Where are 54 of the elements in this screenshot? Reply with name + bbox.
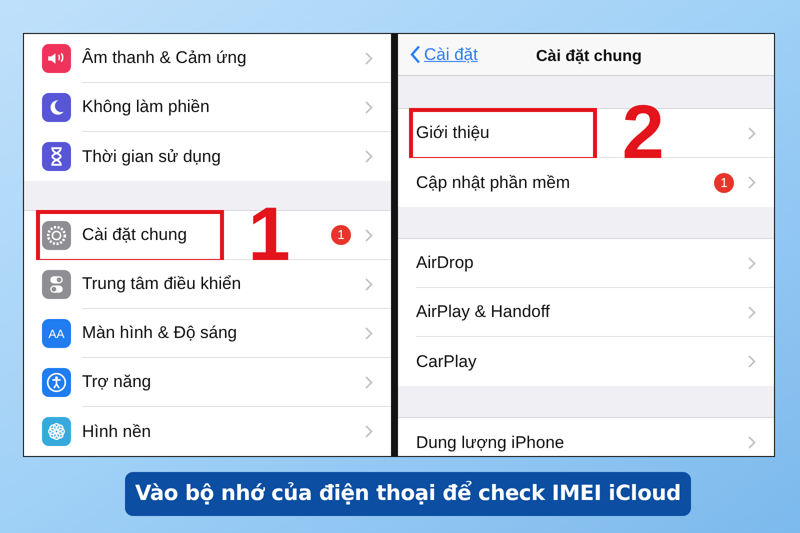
chevron-icon [748, 256, 756, 270]
row-label: Cập nhật phần mềm [416, 172, 572, 194]
row-label: Màn hình & Độ sáng [82, 322, 238, 344]
moon-icon [42, 93, 71, 122]
switches-icon [42, 270, 71, 299]
row-label: Trung tâm điều khiển [82, 273, 242, 296]
gear-icon [42, 221, 71, 250]
settings-row[interactable]: Âm thanh & Cảm ứng [24, 34, 391, 83]
notification-badge: 1 [331, 225, 351, 245]
accessibility-icon [42, 368, 71, 397]
row-label: CarPlay [416, 350, 478, 373]
settings-row[interactable]: Cập nhật phần mềm 1 [398, 158, 774, 207]
flower-icon [42, 417, 71, 446]
sound-icon [42, 44, 71, 73]
row-label: AirDrop [416, 252, 475, 274]
chevron-icon [365, 100, 373, 114]
settings-row[interactable]: AirDrop [398, 239, 774, 288]
row-label: Thời gian sử dụng [82, 146, 222, 168]
chevron-icon [365, 326, 373, 340]
chevron-icon [365, 150, 373, 163]
chevron-icon [748, 436, 756, 449]
settings-row[interactable]: Dung lượng iPhone [398, 418, 774, 456]
text-size-icon: AA [42, 319, 71, 348]
row-label: Âm thanh & Cảm ứng [82, 47, 248, 70]
row-label: Dung lượng iPhone [416, 432, 566, 454]
row-label: Không làm phiền [82, 96, 211, 118]
settings-row[interactable]: Trung tâm điều khiển [24, 260, 391, 309]
settings-row[interactable]: Hình nền [24, 407, 391, 456]
settings-row[interactable]: Không làm phiền [24, 83, 391, 132]
hourglass-icon [42, 142, 71, 171]
settings-row[interactable]: CarPlay [398, 337, 774, 386]
settings-row[interactable]: Trợ năng [24, 358, 391, 407]
back-chevron-icon [410, 45, 421, 64]
chevron-icon [748, 306, 756, 318]
row-label: Giới thiệu [416, 122, 491, 144]
row-label: AirPlay & Handoff [416, 301, 551, 324]
chevron-icon [365, 52, 373, 64]
chevron-icon [365, 376, 373, 388]
row-label: Cài đặt chung [82, 224, 188, 246]
chevron-icon [365, 228, 373, 242]
row-label: Trợ năng [82, 371, 152, 394]
notification-badge: 1 [714, 172, 734, 192]
row-label: Hình nền [82, 420, 152, 443]
chevron-icon [365, 425, 373, 438]
back-link[interactable]: Cài đặt [398, 42, 478, 68]
caption-text: Vào bộ nhớ của điện thoại để check IMEI iCloud [135, 481, 681, 505]
settings-row[interactable]: AA Màn hình & Độ sáng [24, 309, 391, 358]
chevron-icon [748, 126, 756, 140]
chevron-icon [365, 278, 373, 290]
chevron-icon [748, 355, 756, 368]
screen-title: Cài đặt chung [536, 47, 642, 67]
settings-row[interactable]: Thời gian sử dụng [24, 132, 391, 181]
settings-row[interactable]: AirPlay & Handoff [398, 288, 774, 337]
chevron-icon [748, 176, 756, 189]
